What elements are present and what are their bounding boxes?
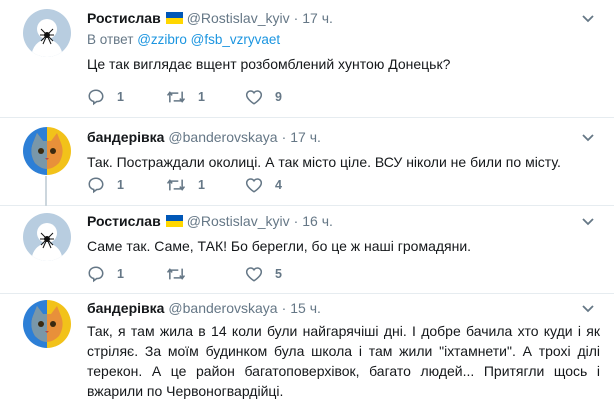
tweet-header: Ростислав @Rostislav_kyiv · 17 ч. <box>87 9 600 27</box>
chevron-down-icon[interactable] <box>580 214 596 230</box>
heart-icon <box>245 90 263 105</box>
user-handle[interactable]: @Rostislav_kyiv <box>187 10 290 26</box>
tweet-text: Так, я там жила в 14 коли були найгарячі… <box>87 323 600 399</box>
tweet-actions: 1 1 4 <box>87 176 324 194</box>
chevron-down-icon[interactable] <box>580 130 596 146</box>
tweet-header: бандерівка @banderovskaya · 15 ч. <box>87 299 600 317</box>
retweet-count: 1 <box>198 90 205 104</box>
like-count: 9 <box>275 90 282 104</box>
tweet-time[interactable]: 15 ч. <box>290 300 321 316</box>
heart-icon <box>245 267 263 282</box>
separator-dot: · <box>293 213 299 229</box>
tweet-text: Саме так. Саме, ТАК! Бо берегли, бо це ж… <box>87 238 472 254</box>
thread-line <box>45 176 47 206</box>
user-avatar[interactable] <box>23 9 71 57</box>
retweet-icon <box>166 91 186 103</box>
tweet-header: бандерівка @banderovskaya · 17 ч. <box>87 128 600 146</box>
retweet-button[interactable]: 1 <box>166 88 245 106</box>
user-name[interactable]: бандерівка <box>87 129 164 145</box>
tweet-actions: 1 1 9 <box>87 88 324 106</box>
reply-icon <box>88 266 104 283</box>
user-name[interactable]: Ростислав <box>87 10 161 26</box>
like-button[interactable]: 9 <box>245 88 324 106</box>
cat-avatar-icon <box>23 127 71 175</box>
reply-icon <box>88 177 104 194</box>
tweet-2[interactable]: бандерівка @banderovskaya · 17 ч. Так. П… <box>0 118 614 206</box>
user-avatar[interactable] <box>23 127 71 175</box>
reply-button[interactable]: 1 <box>87 88 166 106</box>
like-count: 4 <box>275 178 282 192</box>
retweet-button[interactable] <box>166 265 245 283</box>
retweet-icon <box>166 268 186 280</box>
user-handle[interactable]: @banderovskaya <box>168 300 277 316</box>
user-handle[interactable]: @banderovskaya <box>168 129 277 145</box>
like-button[interactable]: 4 <box>245 176 324 194</box>
heart-icon <box>245 178 263 193</box>
like-button[interactable]: 5 <box>245 265 324 283</box>
tweet-time[interactable]: 16 ч. <box>302 213 333 229</box>
mention-link[interactable]: @fsb_vzryvaet <box>191 32 280 47</box>
reply-count: 1 <box>117 178 124 192</box>
retweet-count: 1 <box>198 178 205 192</box>
separator-dot: · <box>281 129 287 145</box>
mention-link[interactable]: @zzibro <box>137 32 187 47</box>
retweet-icon <box>166 179 186 191</box>
reply-button[interactable]: 1 <box>87 176 166 194</box>
retweet-button[interactable]: 1 <box>166 176 245 194</box>
reply-to-line: В ответ @zzibro @fsb_vzryvaet <box>87 32 600 47</box>
chevron-down-icon[interactable] <box>580 301 596 317</box>
spider-avatar-icon <box>23 9 71 57</box>
reply-button[interactable]: 1 <box>87 265 166 283</box>
tweet-1[interactable]: Ростислав @Rostislav_kyiv · 17 ч. В отве… <box>0 0 614 118</box>
ua-flag-icon <box>165 215 183 227</box>
reply-count: 1 <box>117 267 124 281</box>
user-avatar[interactable] <box>23 300 71 348</box>
chevron-down-icon[interactable] <box>580 11 596 27</box>
spider-avatar-icon <box>23 213 71 261</box>
user-name[interactable]: бандерівка <box>87 300 164 316</box>
cat-avatar-icon <box>23 300 71 348</box>
user-avatar[interactable] <box>23 213 71 261</box>
tweet-time[interactable]: 17 ч. <box>302 10 333 26</box>
user-name[interactable]: Ростислав <box>87 213 161 229</box>
separator-dot: · <box>281 300 287 316</box>
like-count: 5 <box>275 267 282 281</box>
tweet-text: Так. Постраждали околиці. А так місто ці… <box>87 154 561 170</box>
user-handle[interactable]: @Rostislav_kyiv <box>187 213 290 229</box>
tweet-3[interactable]: Ростислав @Rostislav_kyiv · 16 ч. Саме т… <box>0 206 614 294</box>
reply-icon <box>88 89 104 106</box>
tweet-actions: 1 5 <box>87 265 324 283</box>
reply-count: 1 <box>117 90 124 104</box>
ua-flag-icon <box>165 12 183 24</box>
tweet-text: Це так виглядає вщент розбомблений хунто… <box>87 56 451 72</box>
tweet-time[interactable]: 17 ч. <box>290 129 321 145</box>
tweet-header: Ростислав @Rostislav_kyiv · 16 ч. <box>87 212 600 230</box>
separator-dot: · <box>293 10 299 26</box>
reply-prefix: В ответ <box>87 32 134 47</box>
tweet-4[interactable]: бандерівка @banderovskaya · 15 ч. Так, я… <box>0 294 614 418</box>
